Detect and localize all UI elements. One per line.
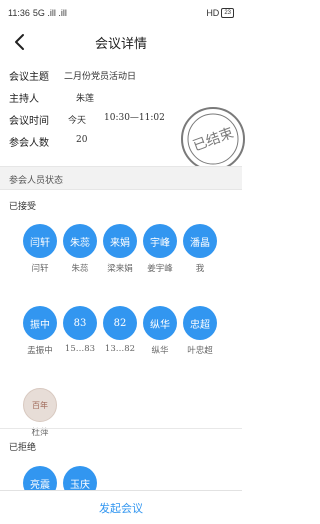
attendee-item[interactable]: 朱蕊 朱蕊: [63, 224, 97, 274]
attendee-name: 叶忠超: [187, 346, 213, 356]
count-label: 参会人数: [9, 138, 49, 149]
attendee-avatar[interactable]: 忠超: [183, 306, 217, 340]
declined-label: 已拒绝: [9, 443, 37, 453]
hd-indicator: HD: [206, 8, 220, 18]
attendee-name: 我: [195, 264, 205, 274]
attendee-avatar[interactable]: 闫轩: [23, 224, 57, 258]
attendee-item[interactable]: 来娟 梁来娟: [103, 224, 137, 274]
attendee-item[interactable]: 82 13…82: [103, 306, 137, 354]
section-divider: [0, 428, 242, 429]
status-left: 11:36 5G .ill .ill: [8, 8, 67, 18]
accepted-label: 已接受: [9, 202, 37, 212]
attendee-item[interactable]: 宇峰 姜宇峰: [143, 224, 177, 274]
page-title: 会议详情: [94, 37, 147, 52]
attendee-avatar[interactable]: 来娟: [103, 224, 137, 258]
topic-value: 二月份党员活动日: [64, 72, 137, 82]
nav-header: 会议详情: [0, 26, 242, 58]
ended-stamp: 已结束: [178, 104, 248, 174]
status-right: HD 23: [206, 8, 234, 18]
band-label: 参会人员状态: [9, 176, 64, 186]
info-row-topic: 会议主题 二月份党员活动日: [0, 64, 242, 86]
host-value: 朱莲: [76, 94, 95, 104]
stamp-graphic: 已结束: [181, 107, 245, 171]
attendee-item[interactable]: 潘晶我: [183, 224, 217, 274]
status-bar: 11:36 5G .ill .ill HD 23: [0, 0, 242, 26]
time-range: 10:30—11:02: [104, 113, 165, 123]
attendee-avatar[interactable]: 纵华: [143, 306, 177, 340]
attendee-avatar[interactable]: 潘晶: [183, 224, 217, 258]
attendee-item[interactable]: 83 15…83: [63, 306, 97, 354]
attendee-avatar[interactable]: 83: [63, 306, 97, 340]
start-meeting-button[interactable]: 发起会议: [0, 490, 242, 524]
count-value: 20: [76, 135, 88, 145]
attendee-avatar[interactable]: 82: [103, 306, 137, 340]
attendee-status-band: 参会人员状态: [0, 166, 242, 190]
attendee-avatar[interactable]: 振中: [23, 306, 57, 340]
attendee-avatar[interactable]: 百年: [23, 388, 57, 422]
signal-icon: 5G .ill .ill: [32, 8, 67, 18]
stamp-text: 已结束: [191, 125, 236, 154]
attendee-item[interactable]: 纵华 纵华: [143, 306, 177, 356]
attendee-avatar[interactable]: 宇峰: [143, 224, 177, 258]
battery-icon: 23: [221, 8, 234, 18]
host-label: 主持人: [9, 94, 39, 105]
attendee-item[interactable]: 振中 盂振中: [23, 306, 57, 356]
time-label: 会议时间: [9, 116, 49, 127]
attendee-item[interactable]: 闫轩 闫轩: [23, 224, 57, 274]
start-meeting-label: 发起会议: [99, 501, 143, 515]
attendee-item[interactable]: 百年 杜萍: [23, 388, 57, 438]
topic-label: 会议主题: [9, 72, 49, 83]
attendee-avatar[interactable]: 朱蕊: [63, 224, 97, 258]
status-time: 11:36: [8, 8, 30, 18]
attendee-item[interactable]: 忠超 叶忠超: [183, 306, 217, 356]
time-day: 今天: [68, 116, 87, 126]
